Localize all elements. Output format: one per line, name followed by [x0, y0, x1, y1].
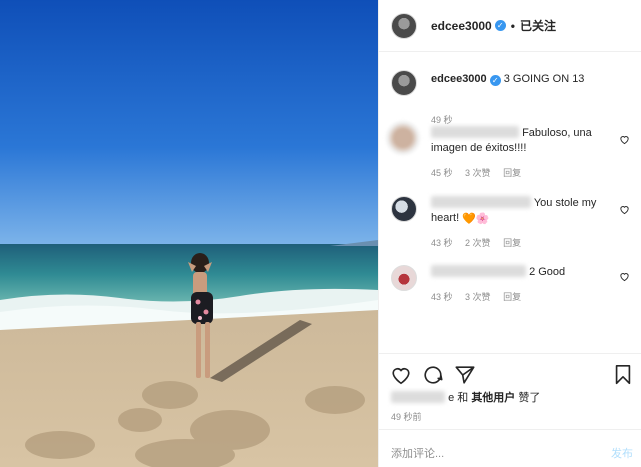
caption-avatar[interactable]	[391, 70, 417, 96]
comment-time: 43 秒	[431, 238, 453, 248]
commenter-avatar[interactable]	[391, 265, 417, 291]
share-send-icon[interactable]	[454, 364, 476, 386]
comment-likes[interactable]: 2 次赞	[465, 238, 491, 248]
add-comment-bar: 添加评论... 发布	[379, 429, 641, 467]
redacted-username	[391, 391, 445, 403]
post-photo[interactable]	[0, 0, 378, 467]
redacted-username	[431, 196, 531, 208]
commenter-avatar[interactable]	[391, 196, 417, 222]
comment-bubble-icon[interactable]	[422, 364, 444, 386]
liked-prefix: e 和	[448, 392, 469, 404]
comment-text: 2 Good	[529, 266, 566, 278]
post-actions: e 和 其他用户 赞了 49 秒前 添加评论... 发布	[379, 353, 641, 467]
comment-time: 45 秒	[431, 168, 453, 178]
header-separator: •	[510, 18, 515, 33]
author-avatar[interactable]	[391, 12, 417, 39]
verified-icon: ✓	[494, 20, 506, 31]
comment-time: 43 秒	[431, 292, 453, 302]
beach-photo	[0, 0, 378, 467]
caption-time: 49 秒	[431, 115, 453, 125]
liked-by-text: e 和 其他用户 赞了	[391, 389, 540, 405]
like-comment-heart-icon[interactable]	[619, 204, 630, 215]
orange-heart-icon: 🧡	[462, 213, 476, 225]
reply-button[interactable]: 回复	[503, 238, 521, 248]
comment-likes[interactable]: 3 次赞	[465, 292, 491, 302]
liked-suffix: 赞了	[518, 392, 541, 404]
comment-item: You stole my heart! 🧡🌸 43 秒 2 次赞 回复	[391, 196, 636, 251]
follow-status-button[interactable]: 已关注	[520, 17, 556, 34]
like-comment-heart-icon[interactable]	[619, 134, 630, 145]
redacted-username	[431, 265, 526, 277]
post-sidebar: edcee3000 ✓ • 已关注 edcee3000 ✓ 3 GOING ON …	[378, 0, 641, 467]
like-heart-icon[interactable]	[390, 364, 412, 386]
author-username[interactable]: edcee3000	[431, 19, 492, 33]
post-time-ago: 49 秒前	[391, 412, 422, 422]
comment-likes[interactable]: 3 次赞	[465, 168, 491, 178]
caption-text: 3 GOING ON 13	[503, 73, 585, 85]
verified-icon: ✓	[489, 75, 501, 86]
flower-icon: 🌸	[475, 213, 490, 225]
comments-thread[interactable]: edcee3000 ✓ 3 GOING ON 13 49 秒 Fabuloso, …	[379, 53, 641, 353]
post-header: edcee3000 ✓ • 已关注	[379, 0, 641, 52]
post-comment-button[interactable]: 发布	[611, 445, 633, 461]
comment-item: 2 Good 43 秒 3 次赞 回复	[391, 265, 636, 305]
add-comment-input[interactable]: 添加评论...	[391, 445, 444, 461]
reply-button[interactable]: 回复	[503, 168, 521, 178]
comment-item: Fabuloso, una imagen de éxitos!!!! 45 秒 …	[385, 120, 636, 181]
other-users-link[interactable]: 其他用户	[471, 392, 515, 404]
commenter-avatar[interactable]	[385, 120, 421, 156]
like-comment-heart-icon[interactable]	[619, 271, 630, 282]
caption-username[interactable]: edcee3000	[431, 73, 487, 85]
redacted-username	[431, 126, 519, 138]
reply-button[interactable]: 回复	[503, 292, 521, 302]
bookmark-save-icon[interactable]	[613, 364, 633, 386]
